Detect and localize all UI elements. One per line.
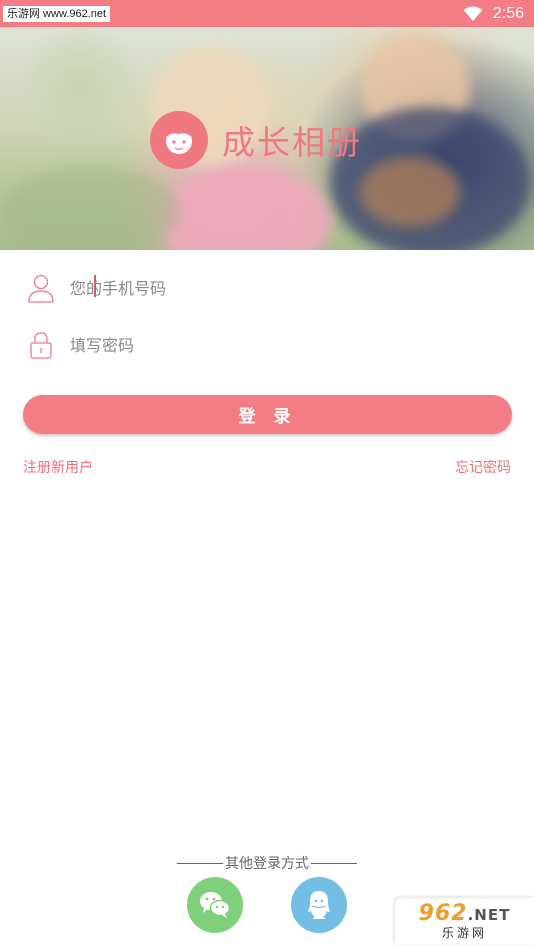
hero-photo-blob	[0, 167, 180, 250]
password-input[interactable]	[70, 330, 450, 360]
app-title: 成长相册	[222, 123, 362, 162]
forgot-password-link[interactable]: 忘记密码	[455, 457, 511, 477]
login-screen: 乐游网 www.962.net 2:56 成长相册 您的手机号码 登 录 注册新…	[0, 0, 534, 949]
badge-number: 962	[418, 900, 468, 926]
phone-input[interactable]	[70, 273, 450, 303]
wifi-icon	[463, 6, 483, 21]
status-clock: 2:56	[492, 4, 524, 22]
status-icons: 2:56	[463, 5, 524, 23]
hero-photo-blob	[360, 157, 460, 227]
qq-icon	[308, 891, 330, 919]
user-icon	[24, 271, 58, 305]
password-field-row	[24, 323, 512, 367]
wechat-icon	[200, 892, 231, 918]
phone-field-row	[24, 266, 512, 310]
lock-icon	[24, 328, 58, 362]
child-face-logo-icon	[150, 111, 208, 169]
qq-login-button[interactable]	[291, 877, 347, 933]
status-bar: 乐游网 www.962.net 2:56	[0, 0, 534, 27]
other-login-label: 其他登录方式	[225, 856, 309, 872]
register-link[interactable]: 注册新用户	[23, 457, 93, 477]
login-button[interactable]: 登 录	[23, 395, 512, 434]
app-logo: 成长相册	[150, 110, 362, 170]
wechat-login-button[interactable]	[187, 877, 243, 933]
corner-watermark-badge: 962.NET 乐游网	[395, 898, 534, 944]
watermark-label: 乐游网 www.962.net	[3, 5, 111, 22]
divider-line	[311, 862, 357, 864]
text-cursor	[94, 275, 96, 297]
other-login-divider: 其他登录方式	[0, 853, 534, 873]
divider-line	[177, 862, 223, 864]
hero-photo-blob	[160, 167, 330, 250]
badge-top-text: 962.NET	[418, 900, 511, 926]
badge-suffix: .NET	[467, 905, 511, 924]
badge-bottom-text: 乐游网	[441, 925, 487, 940]
